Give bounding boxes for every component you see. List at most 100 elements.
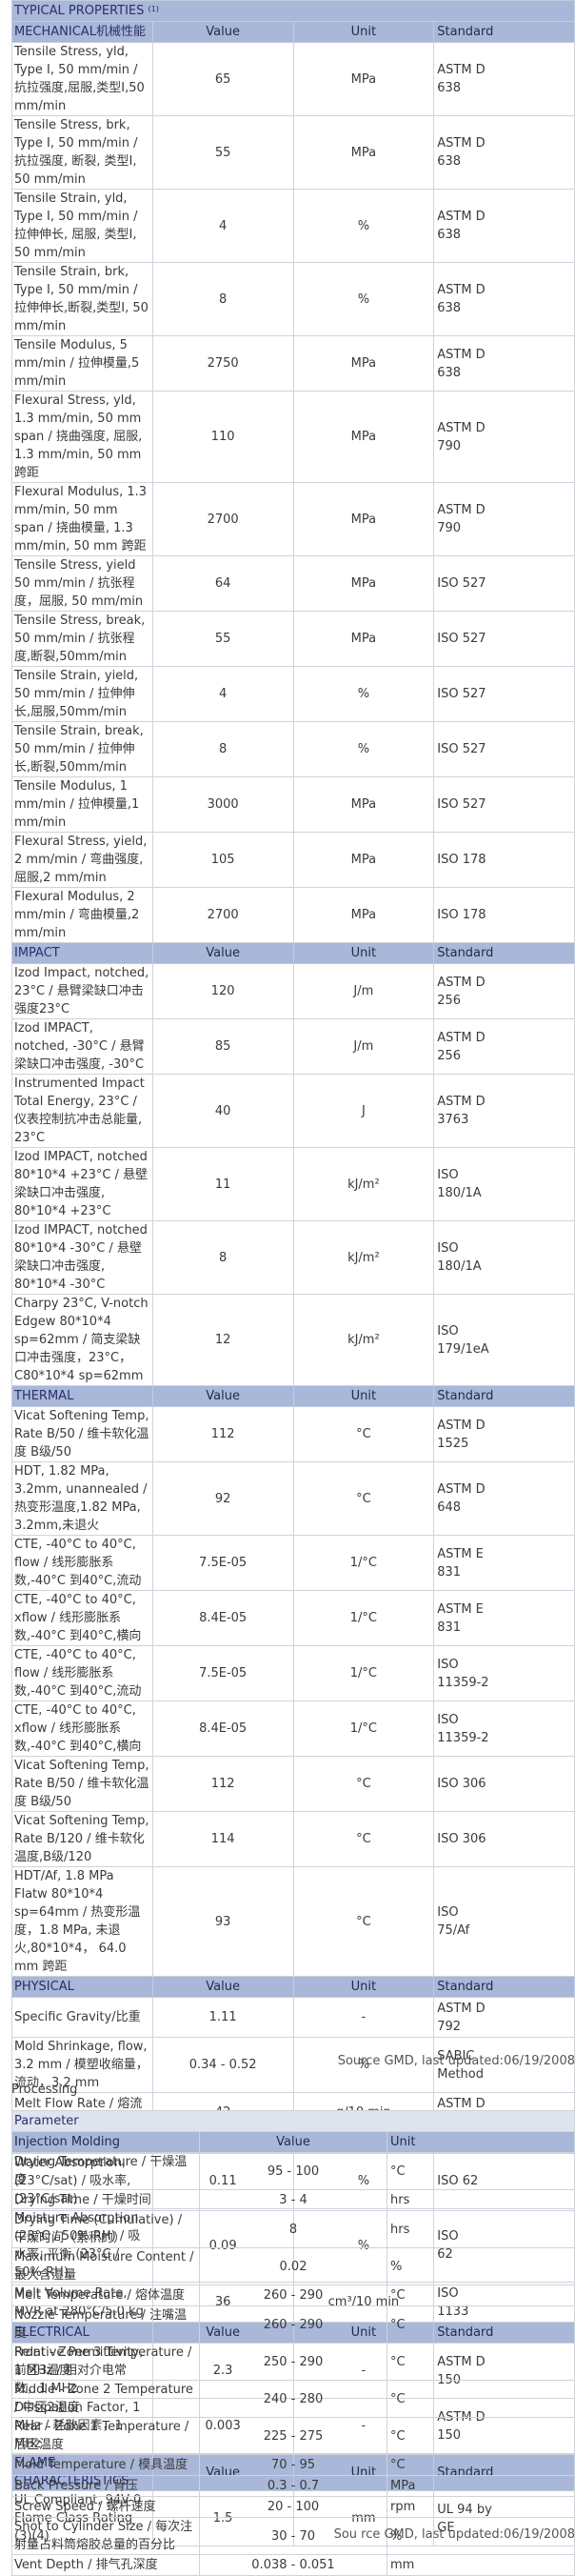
property-standard: ASTM D 1525 xyxy=(433,1406,575,1462)
header-unit: Unit xyxy=(292,1976,435,1998)
standard-line: 831 xyxy=(437,1620,462,1635)
standard-line: ASTM D xyxy=(437,283,486,297)
parameter-name: Drying Temperature / 干燥温度 xyxy=(11,2152,200,2190)
property-unit: °C xyxy=(292,1756,435,1812)
table-row: Tensile Strain, break, 50 mm/min / 拉伸伸长,… xyxy=(11,721,575,777)
parameter-name: Nozzle Temperature / 注嘴温度 xyxy=(11,2305,200,2344)
header-unit: Unit xyxy=(292,21,435,43)
parameter-unit: °C xyxy=(387,2284,575,2306)
typical-properties-title: TYPICAL PROPERTIES (1) xyxy=(11,0,575,22)
parameter-value: 225 - 275 xyxy=(199,2417,387,2455)
property-value: 2700 xyxy=(151,482,294,556)
property-name: Charpy 23°C, V-notch Edgew 80*10*4 sp=62… xyxy=(11,1294,153,1386)
standard-line: ASTM D xyxy=(437,1095,486,1109)
processing-title: Processing xyxy=(11,2083,78,2097)
property-value: 110 xyxy=(151,391,294,483)
section-header-row: THERMAL Value Unit Standard xyxy=(11,1385,575,1407)
standard-line: 180/1A xyxy=(437,1186,482,1200)
property-standard: ASTM D 3763 xyxy=(433,1074,575,1148)
property-unit: J/m xyxy=(292,1018,435,1075)
property-standard: ASTM D 638 xyxy=(433,189,575,263)
table-row: Back Pressure / 背压 0.3 - 0.7 MPa xyxy=(11,2475,575,2497)
table-row: Vent Depth / 排气孔深度 0.038 - 0.051 mm xyxy=(11,2554,575,2576)
property-value: 12 xyxy=(151,1294,294,1386)
table-row: Tensile Stress, yld, Type I, 50 mm/min /… xyxy=(11,42,575,116)
property-value: 4 xyxy=(151,189,294,263)
table-row: Vicat Softening Temp, Rate B/50 / 维卡软化温度… xyxy=(11,1406,575,1462)
property-unit: % xyxy=(292,721,435,777)
table-row: Tensile Strain, yield, 50 mm/min / 拉伸伸长,… xyxy=(11,666,575,722)
processing-table: Parameter Injection Molding Value Unit D… xyxy=(11,2110,575,2576)
table-row: Middle - Zone 2 Temperature / 中区2温度 240 -… xyxy=(11,2380,575,2418)
title-text: TYPICAL PROPERTIES xyxy=(14,4,145,18)
parameter-name: Melt Temperature / 熔体温度 xyxy=(11,2284,200,2306)
parameter-unit: rpm xyxy=(387,2496,575,2518)
property-name: Flexural Modulus, 2 mm/min / 弯曲模量,2 mm/m… xyxy=(11,887,153,943)
standard-line: ASTM D xyxy=(437,975,486,990)
property-value: 8 xyxy=(151,1220,294,1295)
standard-line: 3763 xyxy=(437,1113,469,1127)
table-row: Tensile Strain, yld, Type I, 50 mm/min /… xyxy=(11,189,575,263)
table-row: CTE, -40°C to 40°C, flow / 线形膨胀系数,-40°C … xyxy=(11,1645,575,1701)
standard-line: ISO xyxy=(437,1241,459,1256)
property-unit: °C xyxy=(292,1811,435,1867)
property-name: Tensile Strain, brk, Type I, 50 mm/min /… xyxy=(11,262,153,336)
table-row: Izod IMPACT, notched 80*10*4 -30°C / 悬壁梁… xyxy=(11,1220,575,1295)
section-header-row: MECHANICAL机械性能 Value Unit Standard xyxy=(11,21,575,43)
property-name: CTE, -40°C to 40°C, flow / 线形膨胀系数,-40°C … xyxy=(11,1645,153,1701)
section-title: PHYSICAL xyxy=(11,1976,153,1998)
property-unit: °C xyxy=(292,1461,435,1536)
property-name: Izod IMPACT, notched 80*10*4 +23°C / 悬壁梁… xyxy=(11,1147,153,1221)
header-standard: Standard xyxy=(433,942,575,964)
table-row: Drying Time (Cumulative) / 干燥时间（累积的） 8 hrs xyxy=(11,2210,575,2248)
property-name: Tensile Stress, break, 50 mm/min / 抗张程度,… xyxy=(11,611,153,667)
header-injection-molding: Injection Molding xyxy=(11,2131,200,2153)
property-standard: ASTM D 648 xyxy=(433,1461,575,1536)
property-standard: ISO 178 xyxy=(433,887,575,943)
parameter-value: 260 - 290 xyxy=(199,2305,387,2344)
table-row: Vicat Softening Temp, Rate B/50 / 维卡软化温度… xyxy=(11,1756,575,1812)
table-row: Mold Temperature / 模具温度 70 - 95 °C xyxy=(11,2454,575,2476)
table-row: Drying Time / 干燥时间 3 - 4 hrs xyxy=(11,2189,575,2211)
section-header-row: IMPACT Value Unit Standard xyxy=(11,942,575,964)
parameter-unit: hrs xyxy=(387,2189,575,2211)
parameter-name: Drying Time (Cumulative) / 干燥时间（累积的） xyxy=(11,2210,200,2248)
standard-line: 638 xyxy=(437,228,462,242)
parameter-unit: MPa xyxy=(387,2475,575,2497)
table-row: Maximum Moisture Content / 最大含湿量 0.02% xyxy=(11,2247,575,2285)
property-value: 8.4E-05 xyxy=(151,1590,294,1646)
property-name: HDT/Af, 1.8 MPa Flatw 80*10*4 sp=64mm / … xyxy=(11,1866,153,1977)
property-name: Instrumented Impact Total Energy, 23°C /… xyxy=(11,1074,153,1148)
property-standard: ASTM D 638 xyxy=(433,262,575,336)
property-value: 2700 xyxy=(151,887,294,943)
property-unit: 1/°C xyxy=(292,1535,435,1591)
parameter-name: Screw Speed / 螺杆速度 xyxy=(11,2496,200,2518)
parameter-value: 0.3 - 0.7 xyxy=(199,2475,387,2497)
property-name: Izod IMPACT, notched 80*10*4 -30°C / 悬壁梁… xyxy=(11,1220,153,1295)
table-row: Flexural Modulus, 2 mm/min / 弯曲模量,2 mm/m… xyxy=(11,887,575,943)
property-value: 3000 xyxy=(151,776,294,833)
property-standard: ASTM D 256 xyxy=(433,1018,575,1075)
property-name: Flexural Stress, yld, 1.3 mm/min, 50 mm … xyxy=(11,391,153,483)
standard-line: ASTM D xyxy=(437,503,486,517)
header-standard: Standard xyxy=(433,1385,575,1407)
table-row: Izod IMPACT, notched, -30°C / 悬臂梁缺口冲击强度,… xyxy=(11,1018,575,1075)
parameter-unit: °C xyxy=(387,2305,575,2344)
standard-line: ISO xyxy=(437,1905,459,1920)
parameter-unit: °C xyxy=(387,2152,575,2190)
property-name: Tensile Strain, break, 50 mm/min / 拉伸伸长,… xyxy=(11,721,153,777)
parameter-name: Rear - Zone 1 Temperature / 后区温度 xyxy=(11,2417,200,2455)
table-row: CTE, -40°C to 40°C, xflow / 线形膨胀系数,-40°C… xyxy=(11,1590,575,1646)
property-name: Vicat Softening Temp, Rate B/50 / 维卡软化温度… xyxy=(11,1406,153,1462)
table-row: Izod IMPACT, notched 80*10*4 +23°C / 悬壁梁… xyxy=(11,1147,575,1221)
table-row: Tensile Stress, yield 50 mm/min / 抗张程度，屈… xyxy=(11,555,575,612)
property-standard: ISO 306 xyxy=(433,1811,575,1867)
property-name: Tensile Strain, yield, 50 mm/min / 拉伸伸长,… xyxy=(11,666,153,722)
property-unit: % xyxy=(292,262,435,336)
property-standard: ISO 180/1A xyxy=(433,1147,575,1221)
property-value: 8 xyxy=(151,721,294,777)
property-value: 0.34 - 0.52 xyxy=(151,2037,294,2093)
property-name: Tensile Stress, yld, Type I, 50 mm/min /… xyxy=(11,42,153,116)
property-name: Tensile Modulus, 1 mm/min / 拉伸模量,1 mm/mi… xyxy=(11,776,153,833)
standard-line: ISO xyxy=(437,1168,459,1182)
